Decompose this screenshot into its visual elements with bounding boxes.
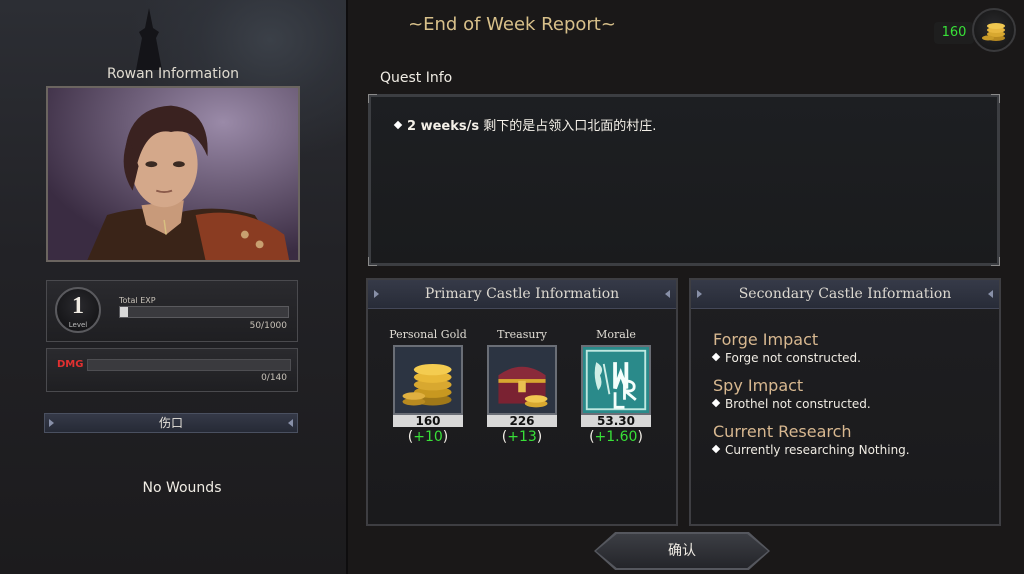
frame-corner	[368, 257, 377, 266]
report-title: ~End of Week Report~	[408, 14, 616, 35]
stat-morale: Morale 53.30 (+1.60)	[576, 328, 656, 445]
exp-value: 50/1000	[249, 321, 287, 331]
quest-objective: 2 weeks/s 剩下的是占领入口北面的村庄.	[393, 115, 657, 134]
stat-delta: (+1.60)	[589, 429, 643, 445]
morale-emblem-icon	[581, 345, 651, 415]
section-line: Forge not constructed.	[711, 351, 861, 365]
damage-label: DMG	[57, 359, 84, 370]
primary-castle-header: Primary Castle Information	[368, 280, 676, 309]
wounds-header-label: 伤口	[158, 416, 183, 430]
stat-label: Morale	[596, 328, 636, 341]
section-title: Forge Impact	[713, 330, 819, 349]
gold-coins-icon	[982, 23, 1005, 41]
section-line: Brothel not constructed.	[711, 397, 871, 411]
frame-corner	[991, 94, 1000, 103]
secondary-castle-panel: Secondary Castle Information Forge Impac…	[689, 278, 1001, 526]
quest-text: 剩下的是占领入口北面的村庄.	[479, 119, 657, 134]
arrow-right-icon	[374, 290, 379, 298]
confirm-button[interactable]: 确认	[596, 534, 768, 568]
diamond-bullet-icon	[711, 444, 721, 454]
character-panel: Rowan Information 1 Level Total EXP 50/1…	[0, 0, 348, 574]
stat-personal-gold: Personal Gold 160 (+10)	[388, 328, 468, 445]
stat-value: 226	[487, 415, 557, 427]
exp-bar	[119, 306, 289, 318]
secondary-castle-header: Secondary Castle Information	[691, 280, 999, 309]
frame-corner	[368, 94, 377, 103]
primary-castle-header-label: Primary Castle Information	[424, 286, 620, 302]
arrow-left-icon	[665, 290, 670, 298]
level-badge: 1 Level	[55, 287, 101, 333]
arrow-right-icon	[49, 419, 54, 427]
quest-info-title: Quest Info	[380, 70, 453, 86]
stat-delta: (+10)	[407, 429, 449, 445]
arrow-left-icon	[288, 419, 293, 427]
damage-bar	[87, 359, 291, 371]
castle-spire-icon	[136, 8, 162, 70]
level-label: Level	[68, 321, 88, 329]
gold-coins-button[interactable]	[972, 8, 1016, 52]
quest-info-box: 2 weeks/s 剩下的是占领入口北面的村庄.	[368, 94, 1000, 266]
stat-label: Treasury	[497, 328, 547, 341]
character-title: Rowan Information	[106, 66, 240, 82]
section-title: Spy Impact	[713, 376, 804, 395]
wounds-header: 伤口	[44, 413, 298, 433]
exp-label: Total EXP	[119, 296, 156, 305]
arrow-left-icon	[988, 290, 993, 298]
stat-value: 160	[393, 415, 463, 427]
stat-treasury: Treasury 226 (+13)	[482, 328, 562, 445]
section-line: Currently researching Nothing.	[711, 443, 910, 457]
diamond-bullet-icon	[711, 398, 721, 408]
current-research-section: Current Research Currently researching N…	[711, 422, 910, 457]
diamond-bullet-icon	[711, 352, 721, 362]
damage-panel: DMG 0/140	[46, 348, 298, 392]
frame-corner	[991, 257, 1000, 266]
spy-impact-section: Spy Impact Brothel not constructed.	[711, 376, 871, 411]
level-exp-panel: 1 Level Total EXP 50/1000	[46, 280, 298, 342]
diamond-bullet-icon	[393, 120, 403, 130]
gold-counter: 160	[934, 22, 974, 44]
character-portrait	[46, 86, 300, 262]
primary-castle-panel: Primary Castle Information Personal Gold…	[366, 278, 678, 526]
gold-coins-icon	[393, 345, 463, 415]
stat-label: Personal Gold	[389, 328, 467, 341]
secondary-castle-header-label: Secondary Castle Information	[738, 286, 952, 302]
treasure-chest-icon	[487, 345, 557, 415]
section-title: Current Research	[713, 422, 852, 441]
stat-delta: (+13)	[501, 429, 543, 445]
damage-value: 0/140	[261, 373, 287, 383]
quest-time: 2 weeks/s	[407, 119, 480, 134]
wounds-status: No Wounds	[142, 480, 222, 496]
stat-value: 53.30	[581, 415, 651, 427]
arrow-right-icon	[697, 290, 702, 298]
level-number: 1	[72, 293, 84, 319]
forge-impact-section: Forge Impact Forge not constructed.	[711, 330, 861, 365]
exp-bar-fill	[120, 307, 129, 317]
